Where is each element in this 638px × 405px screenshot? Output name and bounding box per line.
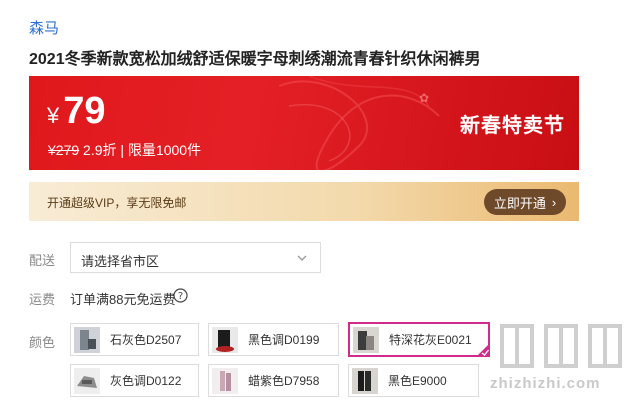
color-swatch[interactable]: 黑色E9000: [348, 364, 479, 397]
region-select-value: 请选择省市区: [81, 254, 160, 269]
color-swatch[interactable]: 黑色调D0199: [208, 323, 339, 356]
color-label: 颜色: [29, 335, 56, 350]
chevron-down-icon: [297, 255, 307, 261]
product-thumbnail-icon: [353, 326, 379, 353]
color-swatch-label: 石灰色D2507: [110, 333, 182, 347]
color-swatch-label: 黑色E9000: [388, 374, 447, 388]
product-title: 2021冬季新款宽松加绒舒适保暖字母刺绣潮流青春针织休闲裤男: [29, 51, 481, 68]
help-icon[interactable]: ?: [173, 288, 188, 303]
original-price: ¥279: [48, 142, 80, 158]
color-swatch-selected[interactable]: 特深花灰E0021: [348, 322, 490, 357]
product-thumbnail-icon: [74, 326, 100, 353]
product-thumbnail-icon: [212, 326, 238, 353]
currency-symbol: ¥: [47, 103, 60, 128]
color-swatch[interactable]: 石灰色D2507: [70, 323, 199, 356]
shipping-label: 运费: [29, 292, 56, 307]
svg-text:?: ?: [178, 291, 183, 302]
color-swatch-label: 蜡紫色D7958: [248, 374, 320, 388]
chevron-right-icon: ›: [551, 194, 557, 210]
festival-badge: 新春特卖节: [460, 115, 565, 137]
separator: |: [120, 142, 125, 158]
vip-open-button[interactable]: 立即开通 ›: [484, 189, 566, 215]
price-subline: ¥279 2.9折 | 限量1000件: [48, 140, 201, 160]
check-icon: [476, 343, 490, 357]
region-select[interactable]: 请选择省市区: [70, 242, 321, 273]
limit-text: 限量1000件: [127, 142, 202, 158]
price-banner: ✿ ¥ 79 ¥279 2.9折 | 限量1000件 新春特卖节: [29, 76, 579, 170]
color-swatch[interactable]: 蜡紫色D7958: [208, 364, 339, 397]
product-thumbnail-icon: [74, 367, 100, 394]
price-value: 79: [63, 90, 106, 132]
color-swatch[interactable]: 灰色调D0122: [70, 364, 199, 397]
svg-text:✿: ✿: [419, 91, 429, 105]
color-swatch-label: 黑色调D0199: [248, 333, 320, 347]
vip-text: 开通超级VIP，享无限免邮: [47, 196, 187, 210]
brand-name[interactable]: 森马: [29, 17, 59, 38]
vip-bar: 开通超级VIP，享无限免邮 立即开通 ›: [29, 182, 579, 221]
color-swatch-label: 特深花灰E0021: [389, 333, 472, 347]
current-price: ¥ 79: [47, 92, 106, 130]
product-thumbnail-icon: [212, 367, 238, 394]
watermark-text: zhizhizhi.com: [490, 375, 601, 392]
discount-text: 2.9折: [83, 142, 117, 158]
color-swatch-label: 灰色调D0122: [110, 374, 182, 388]
watermark-logo-icon: [500, 324, 622, 368]
delivery-label: 配送: [29, 253, 56, 268]
shipping-text: 订单满88元免运费: [70, 292, 176, 307]
product-thumbnail-icon: [352, 367, 378, 394]
vip-open-label: 立即开通: [493, 195, 546, 211]
